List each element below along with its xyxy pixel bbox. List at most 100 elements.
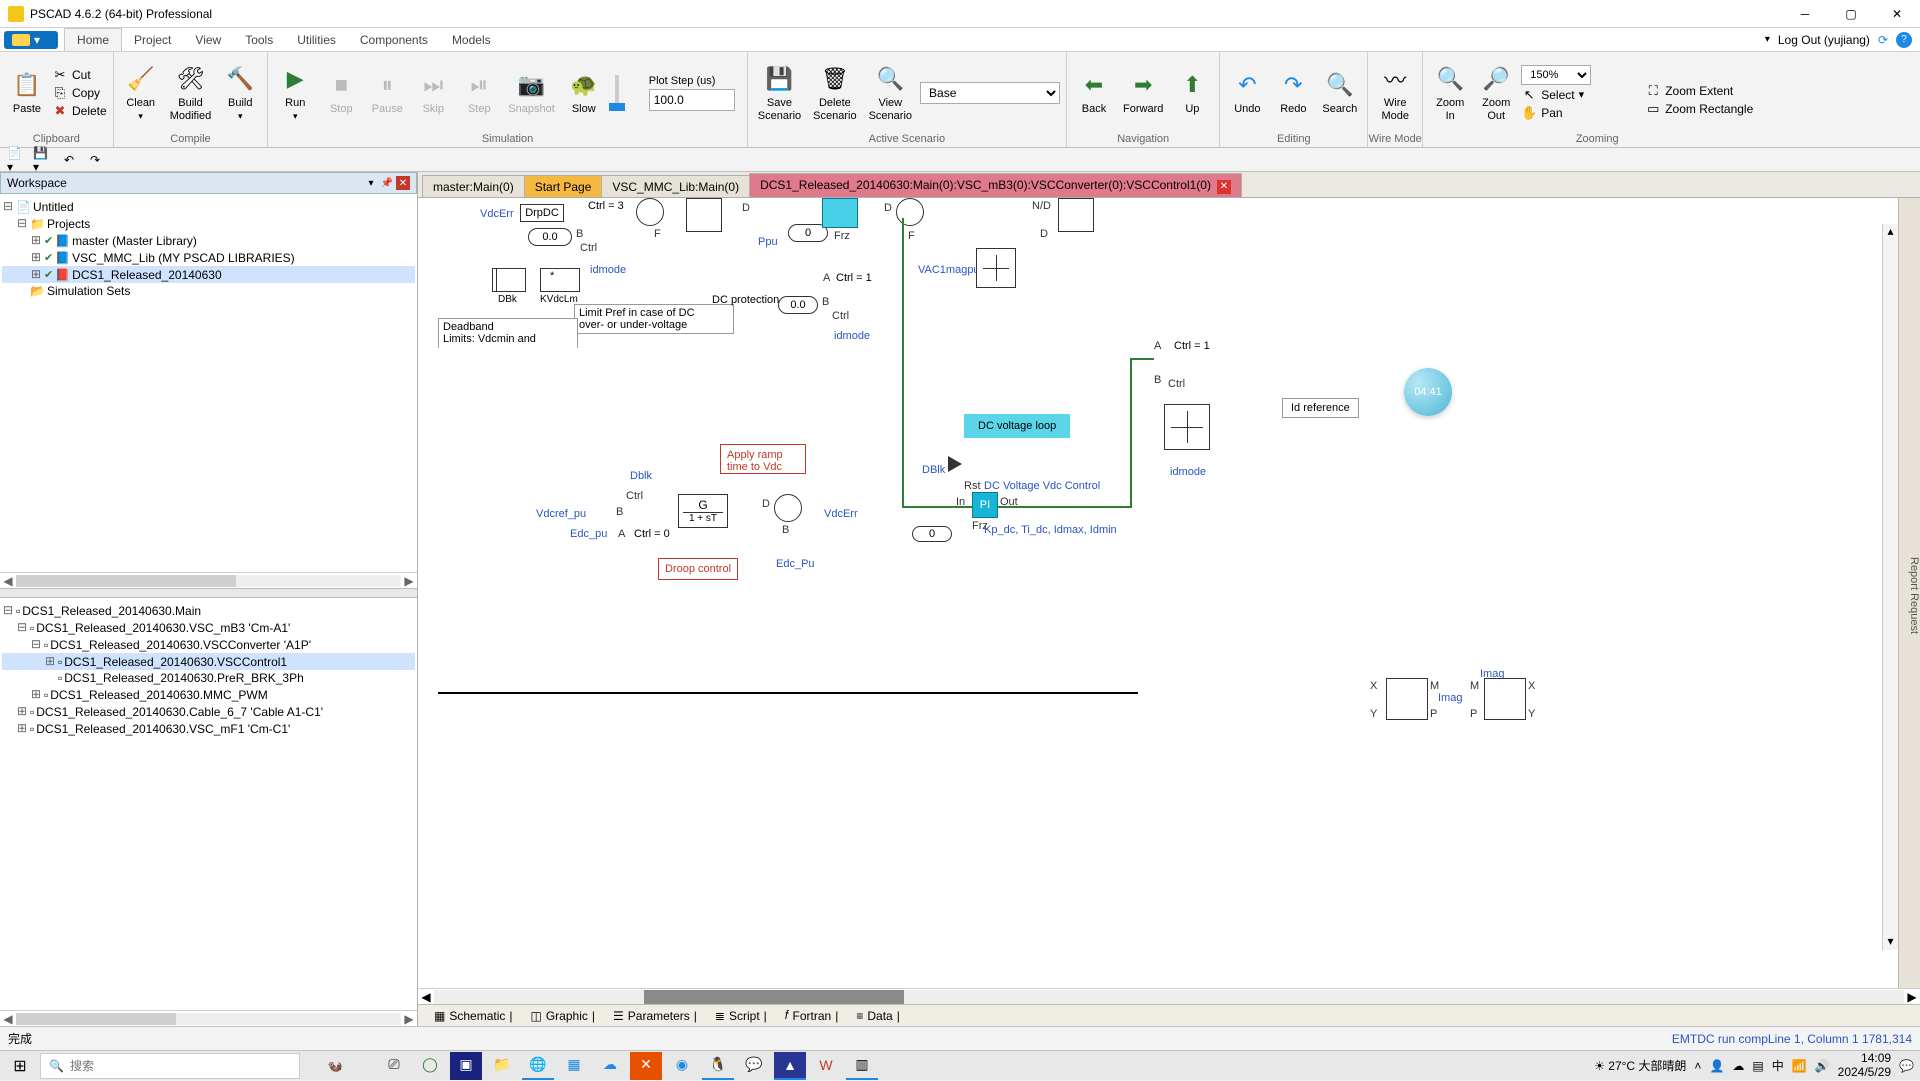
doc-tab-start[interactable]: Start Page	[524, 175, 603, 197]
paste-button[interactable]: 📋Paste	[6, 67, 48, 117]
schematic-canvas[interactable]: VdcErr DrpDC Ctrl = 3 0.0 B Ctrl F D Ppu…	[418, 198, 1920, 988]
menu-tab-components[interactable]: Components	[348, 29, 440, 51]
weather-widget[interactable]: ☀ 27°C 大部晴朗	[1594, 1057, 1686, 1074]
skip-button[interactable]: ⏭Skip	[412, 67, 454, 117]
block-xy[interactable]	[1484, 678, 1526, 720]
zoom-in-button[interactable]: 🔍Zoom In	[1429, 61, 1471, 123]
app-icon[interactable]: ▦	[558, 1052, 590, 1080]
note-deadband[interactable]: Deadband Limits: Vdcmin and	[438, 318, 578, 348]
signal-vdcerr[interactable]: VdcErr	[480, 208, 514, 220]
app-icon[interactable]: ◉	[666, 1052, 698, 1080]
app-icon[interactable]: ▲	[774, 1052, 806, 1080]
block-xy[interactable]	[1386, 678, 1428, 720]
zoom-extent-button[interactable]: ⛶Zoom Extent	[1645, 83, 1765, 99]
slow-button[interactable]: 🐢Slow	[563, 67, 605, 117]
view-scenario-button[interactable]: 🔍View Scenario	[865, 61, 916, 123]
summing-junction[interactable]	[896, 198, 924, 226]
tray-wifi-icon[interactable]: 📶	[1792, 1059, 1807, 1073]
start-button[interactable]: ⊞	[0, 1051, 40, 1081]
qat-new[interactable]: 📄▾	[6, 150, 28, 170]
clean-button[interactable]: 🧹Clean▾	[120, 61, 162, 124]
project-tree[interactable]: ⊟📄Untitled ⊟📁Projects ⊞✔📘master (Master …	[0, 194, 417, 572]
block-small[interactable]	[1058, 198, 1094, 232]
zoom-percent-select[interactable]: 150%	[1521, 65, 1591, 85]
pan-tool-button[interactable]: ✋Pan	[1521, 105, 1641, 121]
search-button[interactable]: 🔍Search	[1318, 67, 1361, 117]
save-scenario-button[interactable]: 💾Save Scenario	[754, 61, 805, 123]
build-button[interactable]: 🔨Build▾	[219, 61, 261, 124]
up-button[interactable]: ⬆Up	[1171, 67, 1213, 117]
scenario-select[interactable]: Base	[920, 82, 1060, 104]
qq-icon[interactable]: 🐧	[702, 1052, 734, 1080]
btab-fortran[interactable]: 𝑓 Fortran |	[777, 1006, 847, 1025]
doc-tab-active[interactable]: DCS1_Released_20140630:Main(0):VSC_mB3(0…	[749, 173, 1242, 197]
step-button[interactable]: ⏯Step	[458, 67, 500, 117]
notifications-icon[interactable]: 💬	[1899, 1059, 1914, 1073]
canvas-hscroll[interactable]: ◀ ▶	[418, 988, 1920, 1004]
btab-graphic[interactable]: ◫ Graphic |	[523, 1007, 604, 1025]
block-curve[interactable]	[976, 248, 1016, 288]
plotstep-input[interactable]	[649, 89, 735, 111]
const-zero[interactable]: 0.0	[778, 296, 818, 314]
block-curve[interactable]	[1164, 404, 1210, 450]
doc-tab[interactable]: master:Main(0)	[422, 175, 525, 197]
back-button[interactable]: ⬅Back	[1073, 67, 1115, 117]
wechat-icon[interactable]: 💬	[738, 1052, 770, 1080]
tray-volume-icon[interactable]: 🔊	[1815, 1059, 1830, 1073]
tree-item[interactable]: VSC_MMC_Lib (MY PSCAD LIBRARIES)	[72, 251, 295, 265]
canvas-vscroll[interactable]: ▴▾	[1882, 224, 1898, 950]
tree-item[interactable]: DCS1_Released_20140630.VSC_mF1 'Cm-C1'	[36, 722, 290, 736]
menu-tab-view[interactable]: View	[183, 29, 233, 51]
btab-data[interactable]: ≡ Data |	[848, 1007, 908, 1025]
menu-tab-models[interactable]: Models	[440, 29, 503, 51]
qat-undo[interactable]: ↶	[58, 150, 80, 170]
report-request-tab[interactable]: Report Request	[1898, 198, 1920, 988]
tree-item[interactable]: master (Master Library)	[72, 234, 197, 248]
note-idref[interactable]: Id reference	[1282, 398, 1359, 418]
run-button[interactable]: ▶Run▾	[274, 61, 316, 124]
wps-icon[interactable]: W	[810, 1052, 842, 1080]
delete-button[interactable]: ✖Delete	[52, 103, 107, 119]
block-small[interactable]	[686, 198, 722, 232]
block-transfer[interactable]: G 1 + sT	[678, 494, 728, 528]
snapshot-button[interactable]: 📷Snapshot	[504, 67, 558, 117]
search-input[interactable]	[70, 1059, 291, 1073]
tree-item[interactable]: DCS1_Released_20140630.Cable_6_7 'Cable …	[36, 705, 323, 719]
close-tab-icon[interactable]: ✕	[1217, 180, 1231, 194]
doc-tab[interactable]: VSC_MMC_Lib:Main(0)	[601, 175, 750, 197]
copy-button[interactable]: ⎘Copy	[52, 85, 107, 101]
stop-button[interactable]: ■Stop	[320, 67, 362, 117]
block-cyan[interactable]	[822, 198, 858, 228]
delete-scenario-button[interactable]: 🗑Delete Scenario	[809, 61, 860, 123]
build-modified-button[interactable]: 🛠Build Modified	[166, 61, 216, 123]
navigator-tree[interactable]: ⊟▫DCS1_Released_20140630.Main ⊟▫DCS1_Rel…	[0, 598, 417, 1010]
tree-item[interactable]: DCS1_Released_20140630.PreR_BRK_3Ph	[64, 671, 304, 685]
close-button[interactable]: ✕	[1874, 0, 1920, 28]
select-tool-button[interactable]: ↖Select▾	[1521, 87, 1641, 103]
btab-script[interactable]: ≣ Script |	[707, 1007, 775, 1025]
block-pi[interactable]: PI	[972, 492, 998, 518]
note-droop[interactable]: Droop control	[658, 558, 738, 580]
menu-tab-tools[interactable]: Tools	[233, 29, 285, 51]
app-icon[interactable]: ✕	[630, 1052, 662, 1080]
block-drpdc[interactable]: DrpDC	[520, 204, 564, 222]
pause-button[interactable]: ⏸Pause	[366, 67, 408, 117]
btab-parameters[interactable]: ☰ Parameters |	[605, 1007, 705, 1025]
wire-mode-button[interactable]: 〰Wire Mode	[1374, 61, 1416, 123]
app-icon[interactable]: ◯	[414, 1052, 446, 1080]
qat-redo[interactable]: ↷	[84, 150, 106, 170]
file-menu-button[interactable]: ▾	[4, 31, 58, 49]
redo-button[interactable]: ↷Redo	[1272, 67, 1314, 117]
tray-ime-icon[interactable]: 中	[1772, 1057, 1784, 1074]
tree-item[interactable]: DCS1_Released_20140630.VSC_mB3 'Cm-A1'	[36, 621, 290, 635]
zoom-rect-button[interactable]: ▭Zoom Rectangle	[1645, 101, 1765, 117]
const-zero3[interactable]: 0	[912, 526, 952, 542]
nav-hscroll[interactable]: ◀▶	[0, 1010, 417, 1026]
sim-slider[interactable]	[609, 69, 639, 117]
tray-icon[interactable]: ▤	[1752, 1059, 1763, 1073]
edge-icon[interactable]: 🌐	[522, 1052, 554, 1080]
pscad-taskbar-icon[interactable]: ▥	[846, 1052, 878, 1080]
tree-item[interactable]: DCS1_Released_20140630	[72, 268, 221, 282]
tree-item[interactable]: DCS1_Released_20140630.MMC_PWM	[50, 688, 267, 702]
tree-item[interactable]: DCS1_Released_20140630.VSCControl1	[64, 655, 287, 669]
